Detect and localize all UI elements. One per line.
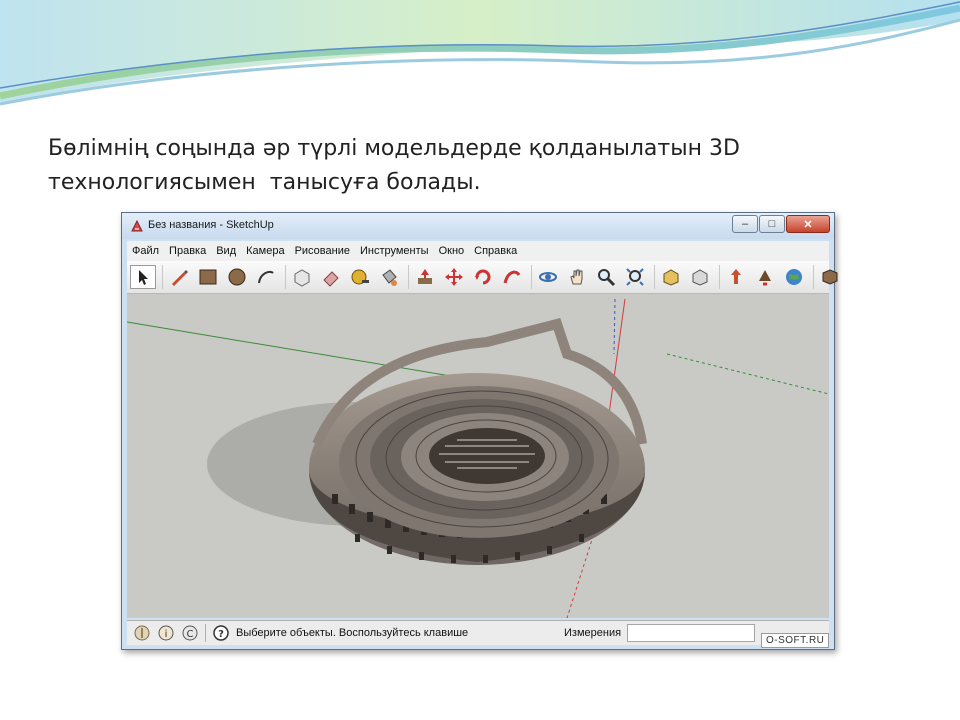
share-model-button[interactable] bbox=[687, 265, 713, 289]
tape-measure-icon bbox=[351, 269, 369, 285]
slide-text-line-2: технологиясымен танысуға болады. bbox=[48, 170, 481, 195]
push-pull-button[interactable] bbox=[412, 265, 438, 289]
push-pull-icon bbox=[418, 269, 432, 284]
maximize-button[interactable]: □ bbox=[759, 215, 785, 233]
google-earth-icon bbox=[786, 269, 802, 285]
arc-icon bbox=[258, 270, 274, 284]
sketchup-app-icon bbox=[131, 219, 143, 232]
select-tool-button[interactable] bbox=[130, 265, 156, 289]
drawing-viewport[interactable] bbox=[127, 294, 829, 618]
tape-measure-button[interactable] bbox=[347, 265, 373, 289]
component-warehouse-button[interactable] bbox=[723, 265, 749, 289]
status-hint-text: Выберите объекты. Воспользуйтесь клавише bbox=[236, 627, 469, 639]
move-tool-button[interactable] bbox=[441, 265, 467, 289]
place-model-button[interactable] bbox=[752, 265, 778, 289]
rotate-tool-button[interactable] bbox=[470, 265, 496, 289]
extension-icon bbox=[822, 269, 838, 285]
window-title: Без названия - SketchUp bbox=[148, 219, 274, 231]
pencil-tool-button[interactable] bbox=[166, 265, 192, 289]
slide-text-line-1: Бөлімнің соңында әр түрлі модельдерде қо… bbox=[48, 136, 740, 161]
minimize-button[interactable]: – bbox=[732, 215, 758, 233]
make-component-icon bbox=[294, 269, 310, 287]
menu-draw[interactable]: Рисование bbox=[290, 245, 355, 257]
share-model-icon bbox=[692, 269, 708, 286]
make-component-button[interactable] bbox=[289, 265, 315, 289]
copyright-icon[interactable]: C bbox=[181, 624, 199, 642]
zoom-icon bbox=[598, 269, 616, 287]
get-models-button[interactable] bbox=[658, 265, 684, 289]
tool-group-extension bbox=[813, 265, 849, 289]
green-axis-dashed bbox=[666, 353, 829, 395]
svg-text:i: i bbox=[165, 629, 168, 640]
zoom-tool-button[interactable] bbox=[593, 265, 619, 289]
svg-text:?: ? bbox=[218, 629, 224, 640]
menu-file[interactable]: Файл bbox=[127, 245, 164, 257]
measurements-input[interactable] bbox=[627, 624, 756, 642]
tool-group-modify bbox=[285, 265, 408, 289]
status-bar: i C ? Выберите объекты. Воспользуйтесь к… bbox=[127, 620, 829, 645]
menu-edit[interactable]: Правка bbox=[164, 245, 211, 257]
pan-tool-button[interactable] bbox=[564, 265, 590, 289]
header-wave-decoration bbox=[0, 0, 960, 106]
geo-location-icon[interactable] bbox=[133, 624, 151, 642]
tool-group-camera bbox=[531, 265, 654, 289]
orbit-tool-button[interactable] bbox=[535, 265, 561, 289]
menu-bar: Файл Правка Вид Камера Рисование Инструм… bbox=[127, 241, 829, 261]
select-tool-icon bbox=[139, 270, 148, 285]
extension-button[interactable] bbox=[817, 265, 843, 289]
eraser-tool-button[interactable] bbox=[318, 265, 344, 289]
get-models-icon bbox=[663, 269, 679, 286]
sketchup-window: Без названия - SketchUp – □ ✕ Файл Правк… bbox=[121, 212, 838, 650]
tool-group-google bbox=[719, 265, 813, 289]
follow-me-button[interactable] bbox=[499, 265, 525, 289]
measurements-label: Измерения bbox=[564, 627, 622, 639]
window-controls: – □ ✕ bbox=[731, 215, 830, 235]
tool-group-transform bbox=[408, 265, 531, 289]
slide-paragraph: Бөлімнің соңында әр түрлі модельдерде қо… bbox=[48, 132, 908, 200]
google-earth-button[interactable] bbox=[781, 265, 807, 289]
paint-bucket-icon bbox=[382, 269, 397, 286]
main-toolbar bbox=[127, 261, 838, 294]
tool-group-warehouse bbox=[654, 265, 719, 289]
title-bar[interactable]: Без названия - SketchUp – □ ✕ bbox=[122, 213, 834, 239]
menu-help[interactable]: Справка bbox=[469, 245, 522, 257]
menu-camera[interactable]: Камера bbox=[241, 245, 289, 257]
credits-icon[interactable]: i bbox=[157, 624, 175, 642]
watermark-label: O-SOFT.RU bbox=[761, 633, 830, 648]
rectangle-tool-button[interactable] bbox=[195, 265, 221, 289]
rectangle-icon bbox=[199, 269, 217, 285]
follow-me-icon bbox=[503, 270, 521, 284]
menu-tools[interactable]: Инструменты bbox=[355, 245, 434, 257]
svg-text:C: C bbox=[187, 629, 194, 640]
tool-group-draw bbox=[162, 265, 285, 289]
menu-view[interactable]: Вид bbox=[211, 245, 241, 257]
menu-window[interactable]: Окно bbox=[434, 245, 470, 257]
component-warehouse-icon bbox=[731, 269, 741, 284]
rotate-icon bbox=[475, 269, 491, 285]
pan-icon bbox=[570, 269, 583, 285]
pencil-line-icon bbox=[172, 270, 188, 286]
blue-axis-line bbox=[613, 298, 616, 355]
close-button[interactable]: ✕ bbox=[786, 215, 830, 233]
colosseum-model bbox=[127, 294, 829, 618]
circle-icon bbox=[228, 268, 246, 286]
status-divider bbox=[205, 624, 206, 642]
eraser-icon bbox=[323, 271, 339, 287]
circle-tool-button[interactable] bbox=[224, 265, 250, 289]
zoom-extents-icon bbox=[626, 268, 644, 286]
zoom-extents-button[interactable] bbox=[622, 265, 648, 289]
help-icon[interactable]: ? bbox=[212, 624, 230, 642]
arc-tool-button[interactable] bbox=[253, 265, 279, 289]
orbit-icon bbox=[539, 272, 557, 282]
tool-group-select bbox=[127, 265, 162, 289]
move-icon bbox=[445, 268, 463, 286]
paint-bucket-button[interactable] bbox=[376, 265, 402, 289]
place-model-icon bbox=[759, 270, 771, 286]
arena-floor bbox=[429, 428, 545, 484]
